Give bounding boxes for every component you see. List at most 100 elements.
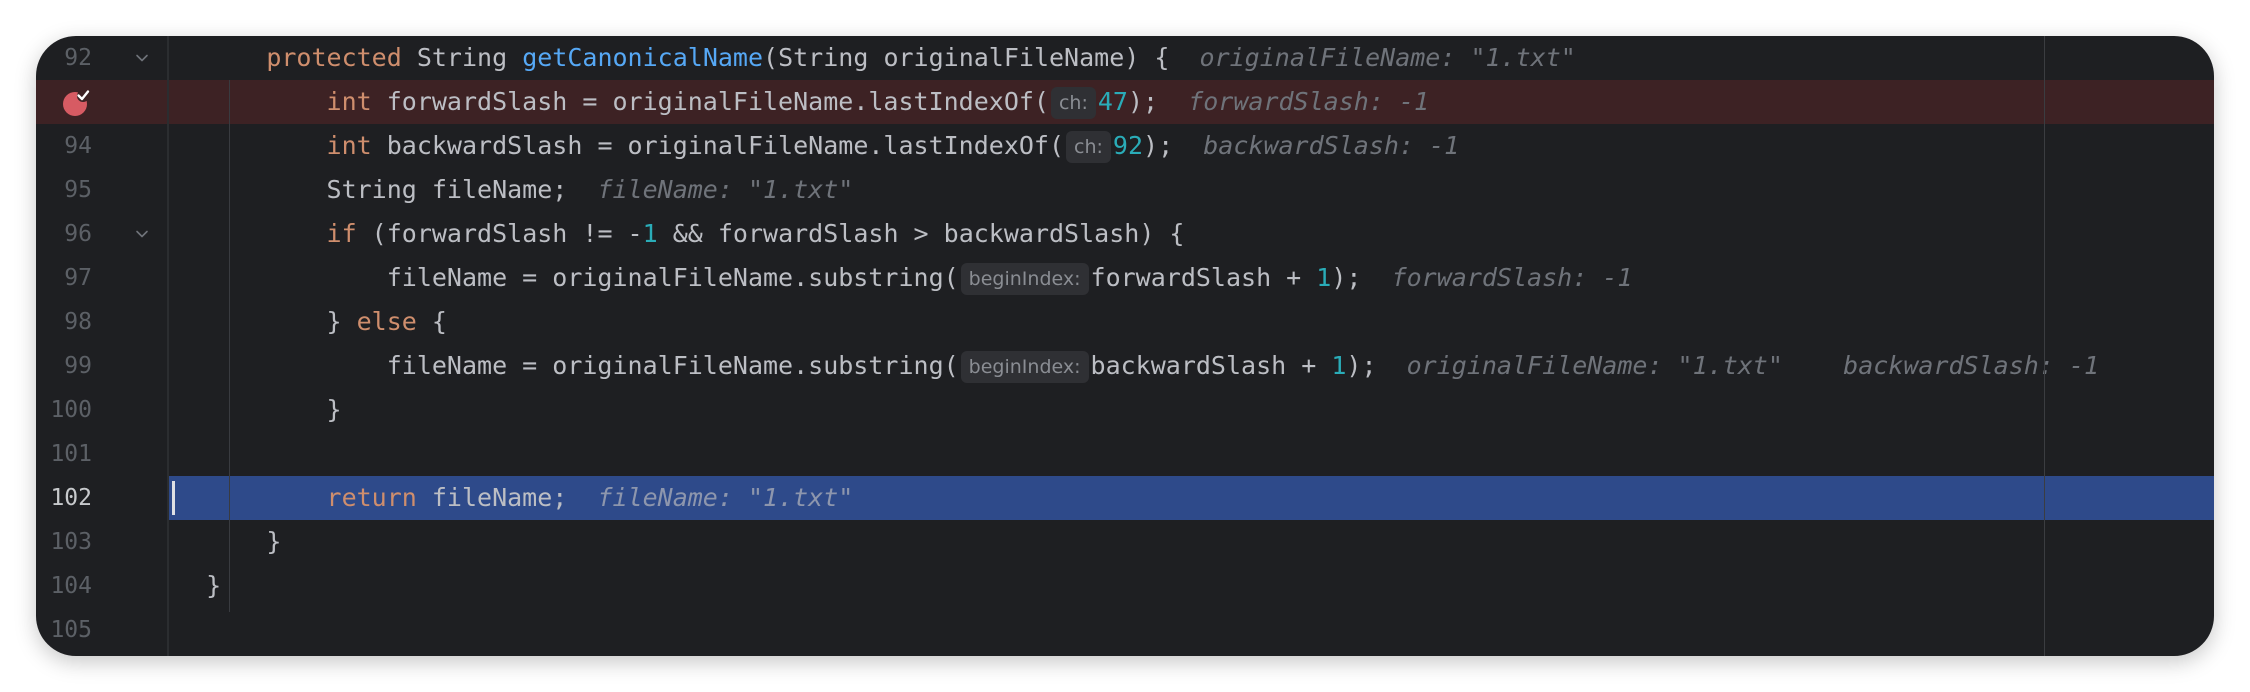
code-line[interactable]: 105 — [36, 608, 2214, 652]
code-token: fileName = originalFileName.substring( — [386, 351, 959, 380]
code-text[interactable]: int backwardSlash = originalFileName.las… — [176, 124, 1459, 168]
line-number: 97 — [64, 265, 92, 291]
keyword-token: protected — [266, 43, 402, 72]
code-token: } — [326, 395, 342, 424]
breakpoint-hit-icon[interactable] — [62, 89, 90, 117]
code-token: fileName = originalFileName.substring( — [386, 263, 959, 292]
keyword-token: else — [356, 307, 417, 336]
code-editor[interactable]: 92 protected String getCanonicalName(Str… — [36, 36, 2214, 652]
line-gutter[interactable]: 95 — [36, 168, 167, 212]
code-text[interactable]: if (forwardSlash != -1 && forwardSlash >… — [176, 212, 1185, 256]
line-gutter[interactable]: 97 — [36, 256, 167, 300]
line-gutter[interactable] — [36, 80, 167, 124]
line-gutter[interactable]: 105 — [36, 608, 167, 652]
code-text[interactable]: } else { — [176, 300, 447, 344]
code-line[interactable]: 95 String fileName; fileName: "1.txt" — [36, 168, 2214, 212]
text-caret — [172, 481, 175, 515]
debug-inline-value: backwardSlash: -1 — [1203, 131, 1460, 160]
number-token: 47 — [1097, 87, 1128, 116]
number-token: 1 — [642, 219, 658, 248]
debug-inline-value: forwardSlash: -1 — [1391, 263, 1633, 292]
line-number: 104 — [50, 573, 92, 599]
number-token: 1 — [1331, 351, 1347, 380]
line-gutter[interactable]: 102 — [36, 476, 167, 520]
code-token: String fileName; — [326, 175, 598, 204]
line-number: 102 — [50, 485, 92, 511]
line-gutter[interactable]: 100 — [36, 388, 167, 432]
debug-inline-value: forwardSlash: -1 — [1188, 87, 1430, 116]
code-token: } — [206, 571, 222, 600]
code-line[interactable]: 101 — [36, 432, 2214, 476]
line-gutter[interactable]: 99 — [36, 344, 167, 388]
fold-chevron-icon[interactable] — [135, 51, 149, 65]
code-text[interactable]: String fileName; fileName: "1.txt" — [176, 168, 854, 212]
line-number: 103 — [50, 529, 92, 555]
code-token: backwardSlash = originalFileName.lastInd… — [371, 131, 1065, 160]
code-token: backwardSlash + — [1090, 351, 1332, 380]
code-token: (forwardSlash != - — [356, 219, 643, 248]
line-gutter[interactable]: 103 — [36, 520, 167, 564]
code-token: && forwardSlash > backwardSlash) { — [657, 219, 1185, 248]
code-text[interactable]: } — [176, 564, 221, 608]
code-token: { — [416, 307, 447, 336]
code-line[interactable]: 96 if (forwardSlash != -1 && forwardSlas… — [36, 212, 2214, 256]
code-line[interactable]: 100 } — [36, 388, 2214, 432]
method-name-token: getCanonicalName — [522, 43, 764, 72]
current-execution-line[interactable]: 102 return fileName; fileName: "1.txt" — [36, 476, 2214, 520]
line-number: 94 — [64, 133, 92, 159]
line-gutter[interactable]: 98 — [36, 300, 167, 344]
line-gutter[interactable]: 104 — [36, 564, 167, 608]
debug-inline-value: fileName: "1.txt" — [597, 175, 854, 204]
code-line[interactable]: 94 int backwardSlash = originalFileName.… — [36, 124, 2214, 168]
code-text[interactable]: return fileName; fileName: "1.txt" — [176, 476, 854, 520]
code-token: String — [401, 43, 523, 72]
code-text[interactable]: protected String getCanonicalName(String… — [176, 36, 1576, 80]
keyword-token: int — [326, 87, 372, 116]
line-gutter[interactable]: 94 — [36, 124, 167, 168]
code-text[interactable]: } — [176, 388, 342, 432]
code-line[interactable]: 97 fileName = originalFileName.substring… — [36, 256, 2214, 300]
code-line[interactable]: 104 } — [36, 564, 2214, 608]
code-token: forwardSlash + — [1090, 263, 1317, 292]
line-gutter[interactable]: 101 — [36, 432, 167, 476]
debug-inline-value: originalFileName: "1.txt" — [1406, 351, 1783, 380]
code-token: ); — [1346, 351, 1407, 380]
code-text[interactable]: fileName = originalFileName.substring(be… — [176, 256, 1632, 300]
line-number: 96 — [64, 221, 92, 247]
code-text[interactable]: fileName = originalFileName.substring(be… — [176, 344, 2099, 388]
number-token: 92 — [1112, 131, 1144, 160]
keyword-token: int — [326, 131, 372, 160]
line-number: 101 — [50, 441, 92, 467]
code-token: forwardSlash = originalFileName.lastInde… — [371, 87, 1049, 116]
code-line[interactable]: 103 } — [36, 520, 2214, 564]
code-token: ); — [1331, 263, 1392, 292]
debug-inline-value: originalFileName: "1.txt" — [1199, 43, 1576, 72]
line-number: 95 — [64, 177, 92, 203]
fold-chevron-icon[interactable] — [135, 227, 149, 241]
line-number: 99 — [64, 353, 92, 379]
parameter-hint: beginIndex: — [960, 351, 1089, 383]
code-line[interactable]: 92 protected String getCanonicalName(Str… — [36, 36, 2214, 80]
code-token: fileName; — [416, 483, 598, 512]
code-token: ); — [1143, 131, 1204, 160]
indent-guide — [229, 80, 230, 612]
code-token: ); — [1127, 87, 1189, 116]
number-token: 1 — [1316, 263, 1332, 292]
code-token: } — [326, 307, 357, 336]
line-number: 100 — [50, 397, 92, 423]
code-text[interactable]: int forwardSlash = originalFileName.last… — [176, 80, 1429, 124]
code-line[interactable]: 98 } else { — [36, 300, 2214, 344]
breakpoint-line[interactable]: int forwardSlash = originalFileName.last… — [36, 80, 2214, 124]
line-gutter[interactable]: 92 — [36, 36, 167, 80]
line-number: 105 — [50, 617, 92, 643]
code-line[interactable]: 99 fileName = originalFileName.substring… — [36, 344, 2214, 388]
line-gutter[interactable]: 96 — [36, 212, 167, 256]
code-token: (String originalFileName) { — [763, 43, 1200, 72]
parameter-hint: ch: — [1050, 87, 1096, 119]
keyword-token: return — [326, 483, 417, 512]
debug-inline-value: backwardSlash: -1 — [1843, 351, 2100, 380]
line-number: 92 — [64, 45, 92, 71]
code-editor-window: 92 protected String getCanonicalName(Str… — [36, 36, 2214, 656]
gutter-separator — [167, 36, 169, 656]
